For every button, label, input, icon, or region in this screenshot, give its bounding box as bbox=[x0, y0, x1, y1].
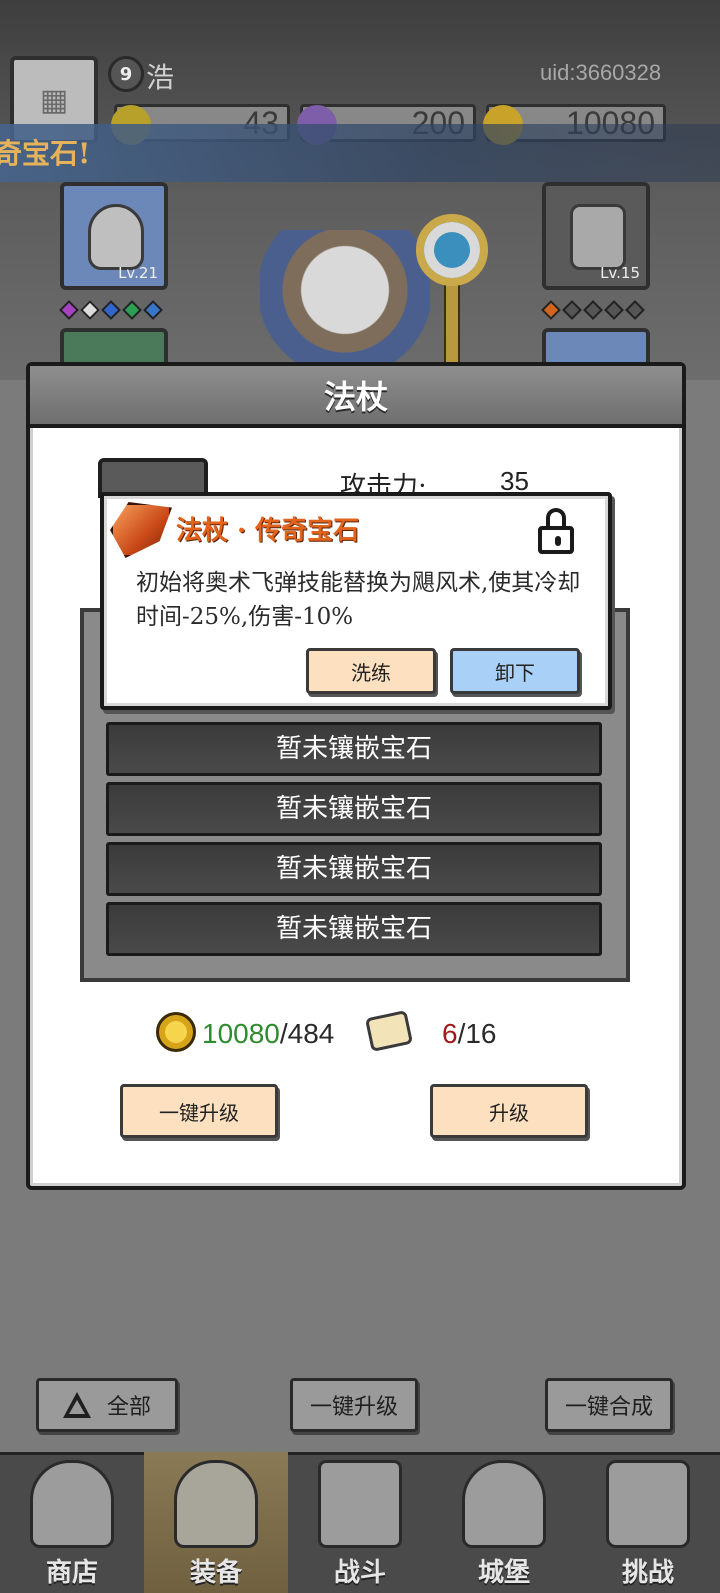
qr-icon: ▦ bbox=[39, 82, 69, 118]
shop-icon bbox=[30, 1460, 114, 1548]
nav-label-castle: 城堡 bbox=[477, 1558, 530, 1588]
nav-tab-shop[interactable]: 商店 bbox=[0, 1452, 144, 1593]
scrolls-owned: 6 bbox=[442, 1018, 458, 1049]
hero-character bbox=[260, 230, 430, 380]
upgrade-button[interactable]: 升级 bbox=[430, 1084, 588, 1138]
left-gem-dots bbox=[59, 300, 167, 321]
player-name: 浩 bbox=[146, 61, 175, 94]
staff-orb bbox=[416, 214, 488, 286]
coins-cost: /484 bbox=[279, 1018, 335, 1049]
right-gem-dots bbox=[541, 300, 649, 321]
quick-upgrade-all-button[interactable]: 一键升级 bbox=[290, 1378, 418, 1432]
announcement-text: 奇宝石! bbox=[0, 137, 91, 170]
triangle-filter-icon bbox=[62, 1392, 91, 1418]
refine-button[interactable]: 洗练 bbox=[306, 648, 436, 694]
nav-label-challenge: 挑战 bbox=[621, 1558, 674, 1588]
gem-slot-4[interactable]: 暂未镶嵌宝石 bbox=[106, 902, 602, 956]
nav-tab-castle[interactable]: 城堡 bbox=[432, 1452, 576, 1593]
gem-slot-1[interactable]: 暂未镶嵌宝石 bbox=[106, 722, 602, 776]
nav-label-shop: 商店 bbox=[45, 1558, 98, 1588]
equip-slot-level: Lv.21 bbox=[118, 264, 158, 282]
announcement-banner bbox=[0, 124, 720, 182]
player-level-badge: 9 bbox=[108, 56, 144, 92]
castle-icon bbox=[462, 1460, 546, 1548]
locked-challenge-icon bbox=[606, 1460, 690, 1548]
remove-button[interactable]: 卸下 bbox=[450, 648, 580, 694]
lock-icon[interactable] bbox=[538, 508, 574, 554]
scrolls-needed: /16 bbox=[457, 1018, 497, 1049]
equip-slot-head[interactable]: Lv.21 bbox=[60, 182, 168, 290]
crossed-swords-icon bbox=[318, 1460, 402, 1548]
hood-icon bbox=[88, 204, 144, 270]
upgrade-all-button[interactable]: 一键升级 bbox=[120, 1084, 278, 1138]
quick-merge-all-button[interactable]: 一键合成 bbox=[545, 1378, 673, 1432]
nav-label-battle: 战斗 bbox=[333, 1558, 386, 1588]
nav-tab-equipment[interactable]: 装备 bbox=[144, 1452, 288, 1593]
backpack-icon bbox=[174, 1460, 258, 1548]
coins-owned: 10080 bbox=[202, 1018, 280, 1049]
nav-label-equipment: 装备 bbox=[189, 1558, 242, 1588]
scroll-cost: 6/16 bbox=[442, 1018, 497, 1050]
gem-slot-3[interactable]: 暂未镶嵌宝石 bbox=[106, 842, 602, 896]
horn-icon bbox=[570, 204, 626, 270]
equip-slot-level: Lv.15 bbox=[600, 264, 640, 282]
coin-cost: 10080/484 bbox=[202, 1018, 334, 1050]
nav-tab-challenge[interactable]: 挑战 bbox=[576, 1452, 720, 1593]
player-uid: uid:3660328 bbox=[540, 60, 662, 85]
dialog-title: 法杖 bbox=[323, 378, 388, 416]
nav-tab-battle[interactable]: 战斗 bbox=[288, 1452, 432, 1593]
filter-all-button[interactable]: 全部 bbox=[36, 1378, 178, 1432]
coin-icon bbox=[156, 1012, 196, 1052]
filter-all-label: 全部 bbox=[106, 1395, 151, 1420]
gem-description: 初始将奥术飞弹技能替换为飓风术,使其冷却时间-25%,伤害-10% bbox=[136, 570, 581, 630]
gem-slot-2[interactable]: 暂未镶嵌宝石 bbox=[106, 782, 602, 836]
equip-slot-weapon[interactable]: Lv.15 bbox=[542, 182, 650, 290]
gem-title: 法杖 · 传奇宝石 bbox=[176, 516, 360, 546]
